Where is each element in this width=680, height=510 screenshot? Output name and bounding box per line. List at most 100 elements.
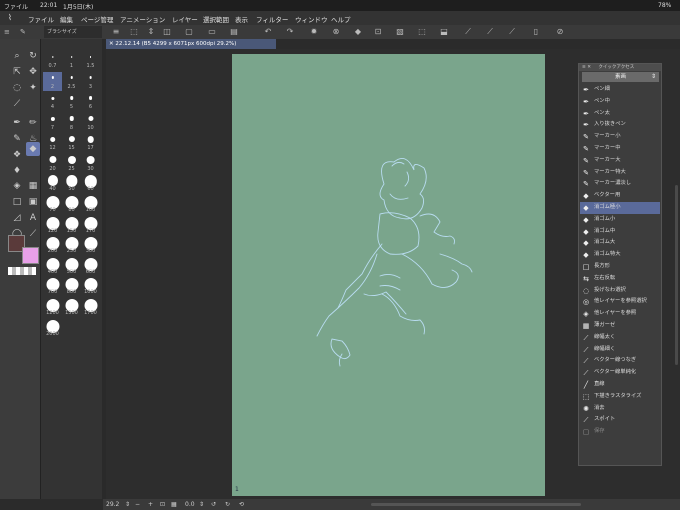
quick-access-item[interactable]: ▢ 保存 <box>580 426 660 438</box>
quick-access-item[interactable]: ▦ 薄ガーゼ <box>580 320 660 332</box>
save-icon[interactable]: ▤ <box>229 27 239 37</box>
menu-edit[interactable]: 編集 <box>60 14 73 24</box>
menu-filter[interactable]: フィルター <box>256 14 288 24</box>
pen-tab-icon[interactable]: ✎ <box>20 28 26 36</box>
rotate-right-icon[interactable]: ↻ <box>225 501 230 508</box>
new-file-icon[interactable]: ▢ <box>184 27 194 37</box>
quick-access-item[interactable]: ✎ マーカー大 <box>580 155 660 167</box>
reset-rotation-icon[interactable]: ⟲ <box>239 501 244 508</box>
ruler-tool-icon[interactable]: ◿ <box>10 211 24 225</box>
brush-size-option[interactable]: 300 <box>81 236 100 255</box>
zoom-icon[interactable]: ⌕ <box>10 49 24 63</box>
redo-icon[interactable]: ↷ <box>285 27 295 37</box>
quick-access-item[interactable]: ⟋ スポイト <box>580 414 660 426</box>
quick-access-item[interactable]: ✎ マーカー濃淡し <box>580 178 660 190</box>
quick-access-item[interactable]: ⟋ ベクター線つなぎ <box>580 355 660 367</box>
menu-view[interactable]: 表示 <box>235 14 248 24</box>
correct-line-icon[interactable]: ⟋ <box>26 227 40 241</box>
figure-icon[interactable]: □ <box>10 195 24 209</box>
quick-access-item[interactable]: ✒ ペン太 <box>580 108 660 120</box>
brush-size-option[interactable]: 4 <box>43 92 62 111</box>
operation-icon[interactable]: ⇱ <box>10 65 24 79</box>
brush-size-option[interactable]: 120 <box>43 216 62 235</box>
brush-size-option[interactable]: 1200 <box>43 298 62 317</box>
move-icon[interactable]: ✥ <box>26 65 40 79</box>
gradient-icon[interactable]: ▦ <box>26 179 40 193</box>
menu-window[interactable]: ウィンドウ <box>295 14 328 24</box>
decoration-icon[interactable]: ❖ <box>10 148 24 162</box>
brush-size-option[interactable]: 10 <box>81 113 100 132</box>
collapse-icon[interactable]: ≡ <box>4 28 10 36</box>
stepper-icon[interactable]: ⇕ <box>146 27 156 37</box>
brush-size-option[interactable]: 15 <box>62 133 81 152</box>
settings-icon[interactable]: ✹ <box>309 27 319 37</box>
pen-tool-icon[interactable]: ✒ <box>10 116 24 130</box>
invert-selection-icon[interactable]: ⬓ <box>439 27 449 37</box>
quick-access-set-selector[interactable]: 素画 ⇕ <box>582 72 659 82</box>
ruler-icon[interactable]: ⟋ <box>507 27 517 37</box>
wand-icon[interactable]: ✦ <box>26 81 40 95</box>
quick-access-item[interactable]: ⟋ ベクター線単純化 <box>580 367 660 379</box>
rotate-icon[interactable]: ↻ <box>26 49 40 63</box>
brush-size-option[interactable]: 400 <box>43 257 62 276</box>
fit-width-icon[interactable]: ▦ <box>171 501 177 508</box>
brush-size-option[interactable]: 8 <box>62 113 81 132</box>
brush-size-option[interactable]: 1.5 <box>81 51 100 70</box>
fit-icon[interactable]: ⊡ <box>160 501 165 508</box>
quick-access-item[interactable]: ✺ 消去 <box>580 403 660 415</box>
quick-access-item[interactable]: ◎ 他レイヤーを参照選択 <box>580 296 660 308</box>
brush-size-option[interactable]: 80 <box>62 195 81 214</box>
rotate-stepper-icon[interactable]: ⇕ <box>199 501 204 508</box>
brush-size-option[interactable]: 170 <box>81 216 100 235</box>
brush-size-option[interactable]: 12 <box>43 133 62 152</box>
brush-size-option[interactable]: 600 <box>81 257 100 276</box>
brush-size-tab[interactable]: ブラシサイズ <box>44 26 102 38</box>
quick-access-item[interactable]: ◆ 消ゴム特大 <box>580 249 660 261</box>
zoom-out-icon[interactable]: − <box>135 501 140 508</box>
rotate-value[interactable]: 0.0 <box>185 501 195 508</box>
drawing-canvas[interactable]: 1 <box>232 54 545 496</box>
pencil-icon[interactable]: ✏ <box>26 116 40 130</box>
quick-access-item[interactable]: ⬚ 下描きラスタライズ <box>580 391 660 403</box>
brush-icon[interactable]: ✎ <box>10 132 24 146</box>
blend-icon[interactable]: ♦ <box>10 164 24 178</box>
fill-icon[interactable]: ◆ <box>353 27 363 37</box>
brush-size-option[interactable]: 2.5 <box>62 72 81 91</box>
brush-size-option[interactable]: 1700 <box>81 298 100 317</box>
quick-access-item[interactable]: ✎ マーカー中 <box>580 143 660 155</box>
help-icon[interactable]: ⊘ <box>555 27 565 37</box>
quick-access-item[interactable]: ✎ マーカー特大 <box>580 167 660 179</box>
quick-access-item[interactable]: ╱ 直線 <box>580 379 660 391</box>
zoom-value[interactable]: 29.2 <box>106 501 119 508</box>
brush-size-option[interactable]: 1500 <box>62 298 81 317</box>
brush-size-option[interactable]: 6 <box>81 92 100 111</box>
brush-size-option[interactable]: 2000 <box>43 319 62 338</box>
brush-size-option[interactable]: 700 <box>43 277 62 296</box>
horizontal-scrollbar[interactable] <box>371 503 581 506</box>
quick-access-item[interactable]: ◈ 他レイヤーを参照 <box>580 308 660 320</box>
transparent-swatch[interactable] <box>8 267 36 275</box>
brush-size-option[interactable]: 5 <box>62 92 81 111</box>
quick-access-item[interactable]: ◆ 消ゴム中 <box>580 226 660 238</box>
device-icon[interactable]: ▯ <box>531 27 541 37</box>
brush-size-option[interactable]: 1000 <box>81 277 100 296</box>
quick-access-item[interactable]: ◆ ベクター用 <box>580 190 660 202</box>
menu-icon[interactable]: ≡ <box>111 27 121 37</box>
brush-size-option[interactable]: 7 <box>43 113 62 132</box>
brush-size-option[interactable]: 17 <box>81 133 100 152</box>
fill-tool-icon[interactable]: ◈ <box>10 179 24 193</box>
quick-access-item[interactable]: ⇆ 左右反転 <box>580 273 660 285</box>
brush-size-option[interactable]: 100 <box>81 195 100 214</box>
pen-correction-icon[interactable]: ⟋ <box>463 27 473 37</box>
crop-icon[interactable]: ⊡ <box>373 27 383 37</box>
eraser-tool-icon[interactable]: ◆ <box>26 142 40 156</box>
text-icon[interactable]: A <box>26 211 40 225</box>
brush-size-option[interactable]: 50 <box>62 174 81 193</box>
transform-icon[interactable]: ⬚ <box>129 27 139 37</box>
quick-access-item[interactable]: ◆ 消ゴム小 <box>580 214 660 226</box>
open-file-icon[interactable]: ▭ <box>207 27 217 37</box>
quick-access-item[interactable]: ✎ マーカー小 <box>580 131 660 143</box>
quick-access-item[interactable]: □ 長方形 <box>580 261 660 273</box>
lasso-icon[interactable]: ◌ <box>10 81 24 95</box>
app-logo-icon[interactable]: ⌇ <box>8 13 12 22</box>
